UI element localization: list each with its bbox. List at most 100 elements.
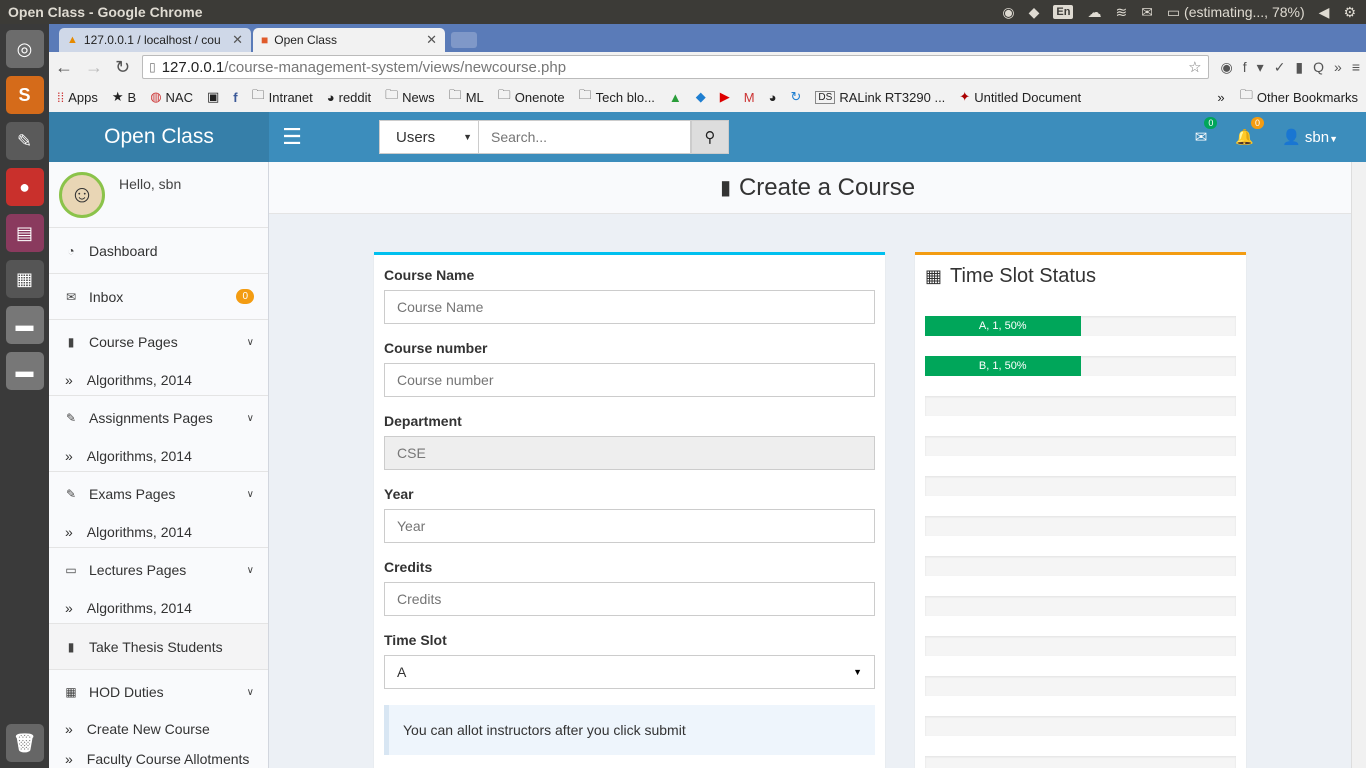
forward-icon[interactable]: → bbox=[85, 57, 103, 78]
bookmark-intranet[interactable]: 🗀 Intranet bbox=[252, 86, 313, 108]
messages-menu[interactable]: ✉ 0 bbox=[1195, 117, 1218, 146]
bookmark-apps[interactable]: ⁞⁞ Apps bbox=[57, 90, 98, 105]
globe-icon[interactable]: ◉ bbox=[1002, 4, 1014, 21]
notifications-menu[interactable]: 🔔 0 bbox=[1235, 117, 1265, 146]
bookmark-gmail[interactable]: M bbox=[744, 90, 755, 105]
menu-icon[interactable]: ≡ bbox=[1352, 59, 1360, 76]
trash-icon[interactable]: 🗑 bbox=[5, 724, 44, 762]
bookmark-refresh[interactable]: ↻ bbox=[791, 89, 802, 105]
sidebar-item-inbox[interactable]: ✉ Inbox 0 bbox=[49, 274, 268, 320]
course-name-input[interactable] bbox=[384, 290, 875, 324]
double-angle-icon: » bbox=[65, 523, 73, 540]
bookmark-news[interactable]: 🗀 News bbox=[385, 86, 435, 108]
year-input[interactable] bbox=[384, 509, 875, 543]
sidebar-subitem-assignments-algorithms[interactable]: » Algorithms, 2014 bbox=[49, 440, 268, 472]
globe-ext-icon[interactable]: ◉ bbox=[1221, 59, 1233, 76]
sidebar-subitem-faculty-allotments[interactable]: » Faculty Course Allotments bbox=[49, 744, 268, 768]
ubuntu-launcher: ◎ S ✎ ● ▤ ▦ ▬ ▬ 🗑 bbox=[0, 24, 49, 768]
form-group-course-number: Course number bbox=[384, 340, 875, 397]
sidebar-item-label: HOD Duties bbox=[89, 684, 164, 700]
sidebar-subitem-lectures-algorithms[interactable]: » Algorithms, 2014 bbox=[49, 592, 268, 624]
sidebar-subitem-course-algorithms[interactable]: » Algorithms, 2014 bbox=[49, 364, 268, 396]
address-bar[interactable]: ▯ 127.0.0.1/course-management-system/vie… bbox=[142, 55, 1209, 79]
bookmark-nac[interactable]: ◍ NAC bbox=[150, 89, 193, 105]
user-menu[interactable]: 👤 sbn▼ bbox=[1282, 128, 1338, 146]
time-slot-select[interactable]: A ▼ bbox=[384, 655, 875, 689]
sidebar-subitem-label: Algorithms, 2014 bbox=[86, 523, 192, 540]
drive-icon[interactable]: ▬ bbox=[5, 306, 44, 344]
scrollbar[interactable] bbox=[1351, 162, 1366, 768]
sidebar-item-exams-pages[interactable]: ✎ Exams Pages ∨ bbox=[49, 472, 268, 516]
battery-indicator[interactable]: ▭ (estimating..., 78%) bbox=[1167, 4, 1305, 21]
bookmark-techblog[interactable]: 🗀 Tech blo... bbox=[579, 86, 655, 108]
search-input[interactable] bbox=[479, 120, 691, 154]
progress-bar bbox=[925, 596, 1236, 616]
sublime-icon[interactable]: S bbox=[5, 76, 44, 114]
bookmark-reddit2[interactable]: ◕ bbox=[769, 90, 777, 105]
credits-input[interactable] bbox=[384, 582, 875, 616]
workspaces-icon[interactable]: ▦ bbox=[5, 260, 44, 298]
caret-down-icon: ▼ bbox=[853, 667, 862, 677]
sidebar-item-assignments-pages[interactable]: ✎ Assignments Pages ∨ bbox=[49, 396, 268, 440]
star-icon[interactable]: ☆ bbox=[1188, 58, 1201, 76]
sidebar-subitem-label: Algorithms, 2014 bbox=[86, 599, 192, 616]
app-logo[interactable]: Open Class bbox=[49, 112, 269, 162]
more-ext-icon[interactable]: » bbox=[1334, 59, 1342, 76]
sidebar-item-course-pages[interactable]: ▮ Course Pages ∨ bbox=[49, 320, 268, 364]
progress-bar bbox=[925, 676, 1236, 696]
dropbox-icon[interactable]: ◆ bbox=[1029, 4, 1040, 21]
time-slot-status-box: ▦ Time Slot Status A, 1, 50% B, 1, 50% bbox=[915, 252, 1246, 768]
check-ext-icon[interactable]: ✓ bbox=[1274, 59, 1286, 76]
bookmark-facebook[interactable]: f bbox=[233, 90, 237, 105]
sound-icon[interactable]: ◀ bbox=[1319, 4, 1330, 21]
pma-icon: ▲ bbox=[67, 34, 78, 46]
keyboard-lang-indicator[interactable]: En bbox=[1053, 5, 1074, 19]
sidebar-subitem-create-course[interactable]: » Create New Course bbox=[49, 714, 268, 744]
bookmark-square[interactable]: ▣ bbox=[207, 89, 219, 105]
tab-phpmyadmin[interactable]: ▲ 127.0.0.1 / localhost / cou ✕ bbox=[59, 28, 251, 52]
back-icon[interactable]: ← bbox=[55, 57, 73, 78]
chevron-down-icon: ∨ bbox=[246, 686, 254, 698]
bookmark-ml[interactable]: 🗀 ML bbox=[449, 86, 484, 108]
reload-icon[interactable]: ↻ bbox=[115, 57, 130, 78]
bookmark-dropbox[interactable]: ◆ bbox=[696, 89, 706, 105]
search-button[interactable]: ⚲ bbox=[691, 120, 729, 154]
sidebar-item-hod-duties[interactable]: ▦ HOD Duties ∨ bbox=[49, 670, 268, 714]
sidebar-subitem-exams-algorithms[interactable]: » Algorithms, 2014 bbox=[49, 516, 268, 548]
close-icon[interactable]: ✕ bbox=[426, 32, 437, 48]
star-icon: ★ bbox=[111, 89, 124, 104]
mail-icon[interactable]: ✉ bbox=[1141, 4, 1153, 21]
sidebar-item-lectures-pages[interactable]: ▭ Lectures Pages ∨ bbox=[49, 548, 268, 592]
bookmark-reddit[interactable]: ◕ reddit bbox=[327, 90, 371, 105]
bookmark-ralink[interactable]: DS RALink RT3290 ... bbox=[815, 90, 945, 105]
bookmark-drive[interactable]: ▲ bbox=[669, 90, 682, 105]
cloud-icon[interactable]: ☁ bbox=[1087, 4, 1101, 21]
bookmark-b[interactable]: ★ B bbox=[112, 89, 136, 105]
tab-open-class[interactable]: ■ Open Class ✕ bbox=[253, 28, 445, 52]
inbox-badge: 0 bbox=[236, 289, 254, 304]
course-number-input[interactable] bbox=[384, 363, 875, 397]
book-icon: ▮ bbox=[67, 639, 75, 654]
bookmark-youtube[interactable]: ▶ bbox=[720, 89, 730, 105]
chrome-icon[interactable]: ● bbox=[5, 168, 44, 206]
search-type-select[interactable]: Users ▼ bbox=[379, 120, 479, 154]
bookmark-onenote[interactable]: 🗀 Onenote bbox=[498, 86, 565, 108]
dash-home-icon[interactable]: ◎ bbox=[5, 30, 44, 68]
wifi-icon[interactable]: ≋ bbox=[1115, 4, 1127, 21]
sidebar-item-thesis[interactable]: ▮ Take Thesis Students bbox=[49, 624, 268, 670]
sidebar-item-dashboard[interactable]: ◔ Dashboard bbox=[49, 228, 268, 274]
q-ext-icon[interactable]: Q bbox=[1313, 59, 1324, 76]
files-icon[interactable]: ▤ bbox=[5, 214, 44, 252]
close-icon[interactable]: ✕ bbox=[232, 32, 243, 48]
book-ext-icon[interactable]: ▮ bbox=[1295, 59, 1303, 76]
bookmark-other[interactable]: » 🗀 Other Bookmarks bbox=[1217, 86, 1358, 108]
new-tab-button[interactable] bbox=[451, 32, 477, 48]
bookmark-untitled[interactable]: ✦ Untitled Document bbox=[959, 89, 1081, 105]
drive2-icon[interactable]: ▬ bbox=[5, 352, 44, 390]
sidebar-toggle-icon[interactable]: ☰ bbox=[270, 112, 314, 162]
bookmark-label: NAC bbox=[165, 89, 193, 105]
facebook-ext-icon[interactable]: f bbox=[1243, 59, 1247, 76]
settings-icon[interactable]: ✎ bbox=[5, 122, 44, 160]
power-icon[interactable]: ⚙ bbox=[1343, 4, 1356, 21]
pocket-ext-icon[interactable]: ▾ bbox=[1257, 59, 1264, 76]
